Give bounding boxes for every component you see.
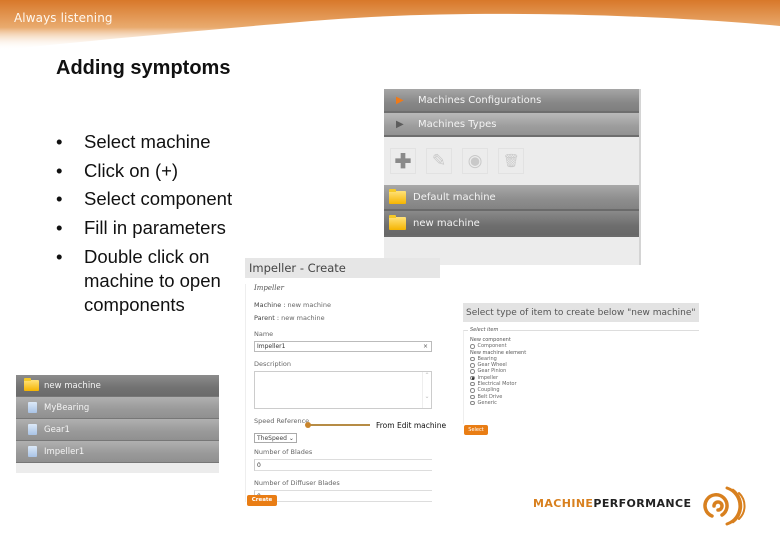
nav-label: Machines Configurations xyxy=(418,94,542,106)
instruction-list: Select machine Click on (+) Select compo… xyxy=(56,130,246,321)
logo-part-machine: MACHINE xyxy=(533,497,594,510)
tree-label: Impeller1 xyxy=(44,446,85,457)
diffuser-blades-input[interactable]: 0 xyxy=(254,490,432,502)
machine-label: new machine xyxy=(413,217,480,229)
instruction-item: Double click on machine to open componen… xyxy=(56,245,246,317)
machine-toolbar: ✚ ✎ ◉ 🗑 xyxy=(384,137,639,185)
header-swoosh xyxy=(0,0,780,50)
select-type-panel: Select type of item to create below "new… xyxy=(463,303,699,438)
option-label: Component xyxy=(477,343,507,350)
folder-icon xyxy=(389,214,406,230)
machine-label: Machine : xyxy=(254,301,286,309)
annotation-dot xyxy=(305,422,311,428)
tree-label: Gear1 xyxy=(44,424,70,435)
blades-label: Number of Blades xyxy=(254,448,313,456)
machine-item[interactable]: Default machine xyxy=(384,185,639,211)
speed-reference-value: TheSpeed xyxy=(257,435,287,442)
nav-label: Machines Types xyxy=(418,118,497,130)
select-type-title: Select type of item to create below "new… xyxy=(463,303,699,322)
nav-machines-types[interactable]: ▶ Machines Types xyxy=(384,113,639,137)
fieldset-legend: Select item xyxy=(468,327,501,333)
name-label: Name xyxy=(254,330,274,338)
select-item-fieldset: Select item New component Component New … xyxy=(463,327,699,424)
machine-config-panel: ▶ Machines Configurations ▶ Machines Typ… xyxy=(384,89,641,265)
sound-wave-logo-icon xyxy=(703,486,746,526)
radio-icon xyxy=(470,388,475,393)
nav-machines-configurations[interactable]: ▶ Machines Configurations xyxy=(384,89,639,113)
document-icon xyxy=(28,424,37,435)
radio-option[interactable]: Generic xyxy=(470,400,699,406)
radio-icon xyxy=(470,400,475,406)
slide-title: Adding symptoms xyxy=(56,57,231,79)
radio-icon xyxy=(470,394,475,400)
add-icon: ✚ xyxy=(394,150,412,173)
view-button[interactable]: ◉ xyxy=(462,148,488,174)
blades-value: 0 xyxy=(257,462,261,469)
form-subtitle: Impeller xyxy=(254,284,284,292)
folder-icon xyxy=(24,378,39,391)
radio-selected-icon xyxy=(470,375,475,381)
edit-icon: ✎ xyxy=(431,151,447,170)
machine-tree-panel: new machine MyBearing Gear1 Impeller1 xyxy=(16,375,219,473)
delete-icon: 🗑 xyxy=(502,153,520,168)
annotation-line xyxy=(308,424,370,426)
instruction-item: Click on (+) xyxy=(56,159,246,183)
play-arrow-gray-icon: ▶ xyxy=(396,118,404,130)
parent-value: new machine xyxy=(281,314,325,322)
select-button[interactable]: Select xyxy=(464,425,488,435)
radio-icon xyxy=(470,344,475,349)
radio-icon xyxy=(470,356,475,362)
tagline: Always listening xyxy=(14,11,113,25)
tree-child-item[interactable]: MyBearing xyxy=(16,397,219,419)
company-logo-text: MACHINEPERFORMANCE xyxy=(533,497,691,510)
option-label: Generic xyxy=(477,399,497,406)
scrollbar[interactable]: ⌃ ⌄ xyxy=(422,372,431,408)
parent-field: Parent : new machine xyxy=(254,314,432,322)
clear-icon[interactable]: × xyxy=(423,343,428,350)
add-button[interactable]: ✚ xyxy=(390,148,416,174)
view-icon: ◉ xyxy=(467,151,483,170)
form-title: Impeller - Create xyxy=(245,258,440,278)
name-value: Impeller1 xyxy=(257,343,286,350)
instruction-item: Fill in parameters xyxy=(56,216,246,240)
header-banner: Always listening xyxy=(0,0,780,60)
machine-label: Default machine xyxy=(413,191,496,203)
machine-field: Machine : new machine xyxy=(254,301,432,309)
logo-part-performance: PERFORMANCE xyxy=(593,497,692,510)
chevron-down-icon: ⌄ xyxy=(288,435,294,442)
machine-item[interactable]: new machine xyxy=(384,211,639,237)
delete-button[interactable]: 🗑 xyxy=(498,148,524,174)
description-label: Description xyxy=(254,360,292,368)
name-input[interactable]: Impeller1 × xyxy=(254,341,432,352)
annotation-text: From Edit machine xyxy=(376,421,447,430)
radio-icon xyxy=(470,369,475,374)
document-icon xyxy=(28,446,37,457)
folder-icon xyxy=(389,188,406,204)
create-button[interactable]: Create xyxy=(247,495,277,506)
document-icon xyxy=(28,402,37,413)
instruction-item: Select machine xyxy=(56,130,246,154)
instruction-item: Select component xyxy=(56,187,246,211)
machine-value: new machine xyxy=(287,301,331,309)
play-arrow-orange-icon: ▶ xyxy=(396,94,404,106)
tree-label: new machine xyxy=(44,380,101,391)
edit-button[interactable]: ✎ xyxy=(426,148,452,174)
description-textarea[interactable]: ⌃ ⌄ xyxy=(254,371,432,409)
radio-icon xyxy=(470,381,475,387)
radio-icon xyxy=(470,363,475,368)
tree-label: MyBearing xyxy=(44,402,90,413)
parent-label: Parent : xyxy=(254,314,280,322)
blades-input[interactable]: 0 xyxy=(254,459,432,471)
impeller-create-form: Impeller - Create Impeller Machine : new… xyxy=(245,258,440,510)
tree-child-item[interactable]: Impeller1 xyxy=(16,441,219,463)
tree-child-item[interactable]: Gear1 xyxy=(16,419,219,441)
tree-root-item[interactable]: new machine xyxy=(16,375,219,397)
diffuser-blades-label: Number of Diffuser Blades xyxy=(254,479,340,487)
speed-reference-select[interactable]: TheSpeed ⌄ xyxy=(254,433,297,443)
